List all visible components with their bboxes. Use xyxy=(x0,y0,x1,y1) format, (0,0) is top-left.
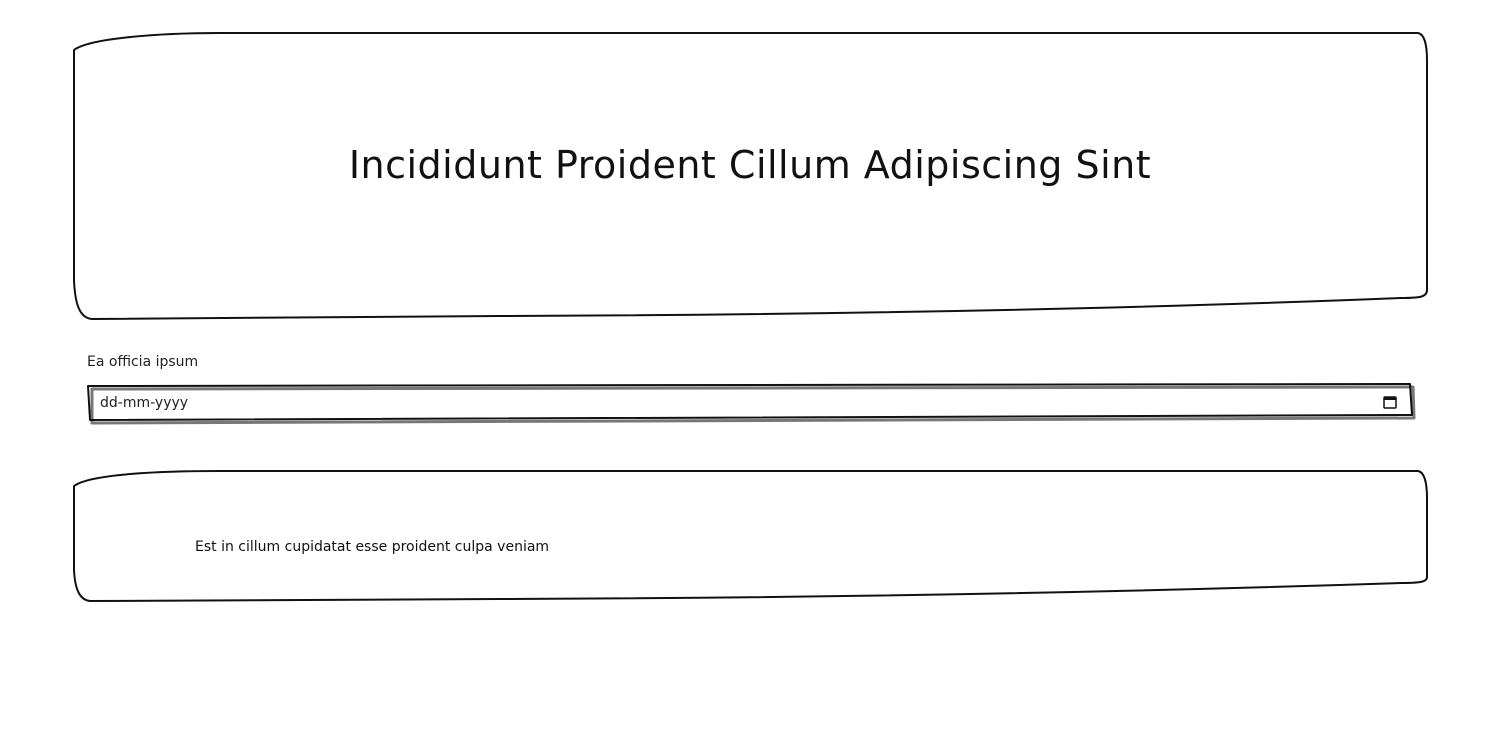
date-field-label: Ea officia ipsum xyxy=(87,354,199,370)
calendar-icon[interactable] xyxy=(1383,395,1397,409)
date-input-placeholder: dd-mm-yyyy xyxy=(100,395,189,411)
page-title: Incididunt Proident Cillum Adipiscing Si… xyxy=(348,143,1152,187)
page: Incididunt Proident Cillum Adipiscing Si… xyxy=(0,0,1500,752)
note-card-border xyxy=(73,470,1428,602)
date-input[interactable]: dd-mm-yyyy xyxy=(90,386,1412,420)
note-text: Est in cillum cupidatat esse proident cu… xyxy=(195,539,550,555)
